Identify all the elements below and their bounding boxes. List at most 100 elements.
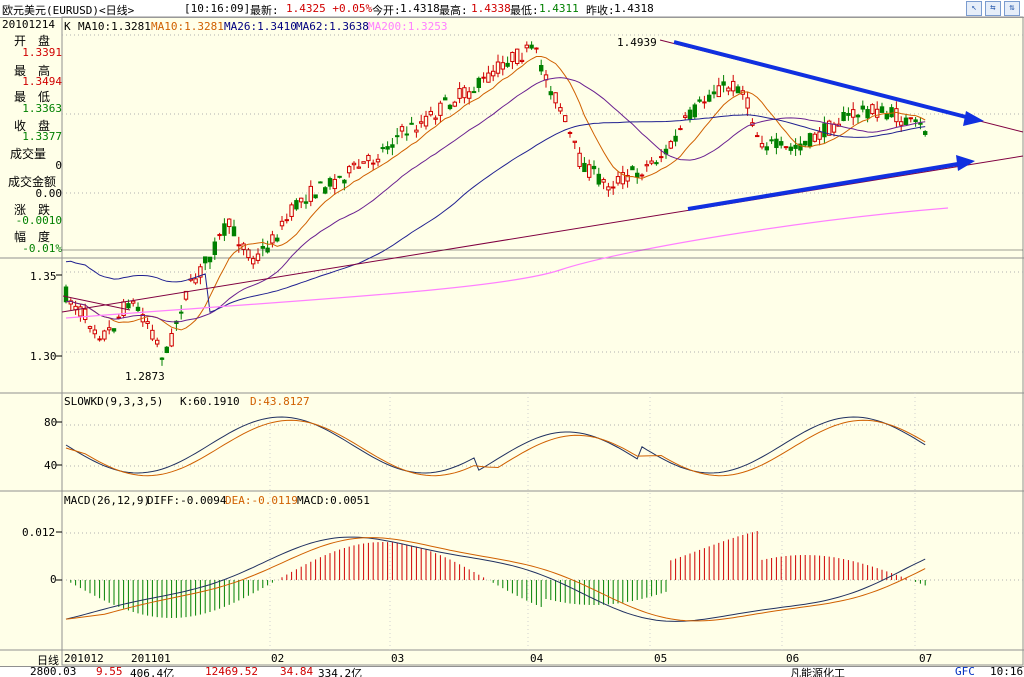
- kd-k-value: K:60.1910: [180, 395, 240, 408]
- candle-body: [534, 47, 539, 50]
- candle-body: [803, 140, 808, 146]
- status-change-1: 9.55: [96, 666, 123, 677]
- candle-body: [759, 143, 765, 148]
- ma-legend-2: MA10:1.3281: [151, 20, 224, 33]
- candle-body: [879, 106, 885, 113]
- lower-arrow-line: [687, 162, 959, 211]
- candle-body: [783, 146, 789, 149]
- candle-body: [231, 226, 237, 237]
- candle-body: [246, 249, 251, 259]
- candle-body: [644, 164, 649, 167]
- candle-body: [423, 115, 429, 127]
- low-annotation: 1.2873: [125, 370, 165, 383]
- candle-body: [227, 218, 232, 228]
- candle-body: [447, 104, 453, 110]
- candle-body: [491, 70, 496, 77]
- candle-body: [577, 152, 582, 167]
- candle-body: [889, 107, 894, 118]
- candle-body: [615, 176, 621, 184]
- candle-body: [846, 112, 851, 116]
- status-clock: 10:16: [990, 666, 1024, 677]
- candle-body: [116, 316, 121, 319]
- candle-body: [471, 91, 477, 94]
- candle-body: [102, 330, 107, 340]
- candle-body: [683, 115, 688, 118]
- macd-tick-1: 0.012: [22, 526, 56, 539]
- candle-body: [399, 126, 405, 132]
- candle-body: [711, 91, 717, 95]
- candle-body: [375, 158, 381, 163]
- candle-body: [659, 156, 664, 159]
- candle-body: [807, 133, 813, 148]
- candle-body: [361, 161, 366, 164]
- kd-d-line: [65, 419, 926, 477]
- candle-body: [92, 329, 97, 335]
- high-annotation: 1.4939: [617, 36, 657, 49]
- candle-body: [639, 174, 645, 177]
- candle-body: [591, 165, 597, 170]
- candle-body: [812, 133, 817, 142]
- candle-body: [385, 146, 390, 150]
- candle-body: [841, 111, 846, 122]
- candle-body: [78, 306, 83, 317]
- candle-body: [443, 97, 448, 101]
- ma-legend-4: MA62:1.3638: [296, 20, 369, 33]
- candle-body: [222, 223, 227, 236]
- candle-body: [519, 59, 525, 62]
- candle-body: [135, 306, 141, 312]
- candle-body: [409, 122, 414, 125]
- candle-body: [918, 122, 923, 125]
- candle-body: [87, 326, 93, 329]
- candle-body: [567, 132, 573, 135]
- macd-hist-value: MACD:0.0051: [297, 494, 370, 507]
- candle-body: [611, 186, 616, 189]
- candle-body: [419, 121, 424, 124]
- ma-legend-1: MA10:1.3281: [78, 20, 151, 33]
- candle-body: [524, 44, 529, 49]
- price-chart-canvas[interactable]: [0, 0, 1024, 666]
- candle-body: [726, 87, 731, 92]
- candle-body: [83, 308, 88, 321]
- candle-body: [654, 162, 659, 165]
- candle-body: [380, 147, 386, 150]
- candle-body: [433, 117, 438, 120]
- status-ticker: 凡能源化工: [790, 667, 845, 677]
- candle-body: [164, 346, 170, 354]
- status-index-1: 2800.03: [30, 666, 77, 677]
- candle-body: [452, 101, 458, 107]
- candle-body: [126, 303, 131, 309]
- candle-body: [183, 290, 189, 300]
- candle-body: [255, 253, 261, 261]
- kd-title: SLOWKD(9,3,3,5): [64, 395, 164, 408]
- candle-body: [764, 146, 769, 151]
- candle-body: [510, 51, 515, 63]
- candle-body: [236, 244, 242, 247]
- x-label-8: 07: [919, 652, 933, 665]
- candle-body: [251, 258, 256, 265]
- status-gfc: GFC: [955, 666, 975, 677]
- macd-dea-line: [65, 537, 926, 622]
- ma-legend-3: MA26:1.3410: [224, 20, 297, 33]
- kd-tick-1: 80: [44, 416, 58, 429]
- candle-body: [217, 234, 222, 237]
- macd-dea-value: DEA:-0.0119: [225, 494, 298, 507]
- candle-body: [779, 141, 784, 146]
- candle-body: [131, 300, 136, 304]
- candle-body: [678, 128, 683, 131]
- x-label-2: 201101: [131, 652, 171, 665]
- candle-body: [260, 246, 266, 249]
- x-label-1: 201012: [64, 652, 104, 665]
- candle-body: [212, 241, 218, 255]
- candle-body: [563, 115, 568, 123]
- candle-body: [371, 162, 376, 165]
- candle-body: [342, 179, 347, 184]
- candle-body: [111, 328, 117, 332]
- candle-body: [635, 172, 640, 178]
- candle-body: [668, 141, 673, 149]
- macd-diff-line: [65, 536, 926, 622]
- candle-body: [467, 91, 472, 99]
- candle-body: [539, 64, 544, 72]
- candle-body: [428, 110, 434, 116]
- candle-body: [817, 131, 822, 140]
- candle-body: [279, 220, 285, 227]
